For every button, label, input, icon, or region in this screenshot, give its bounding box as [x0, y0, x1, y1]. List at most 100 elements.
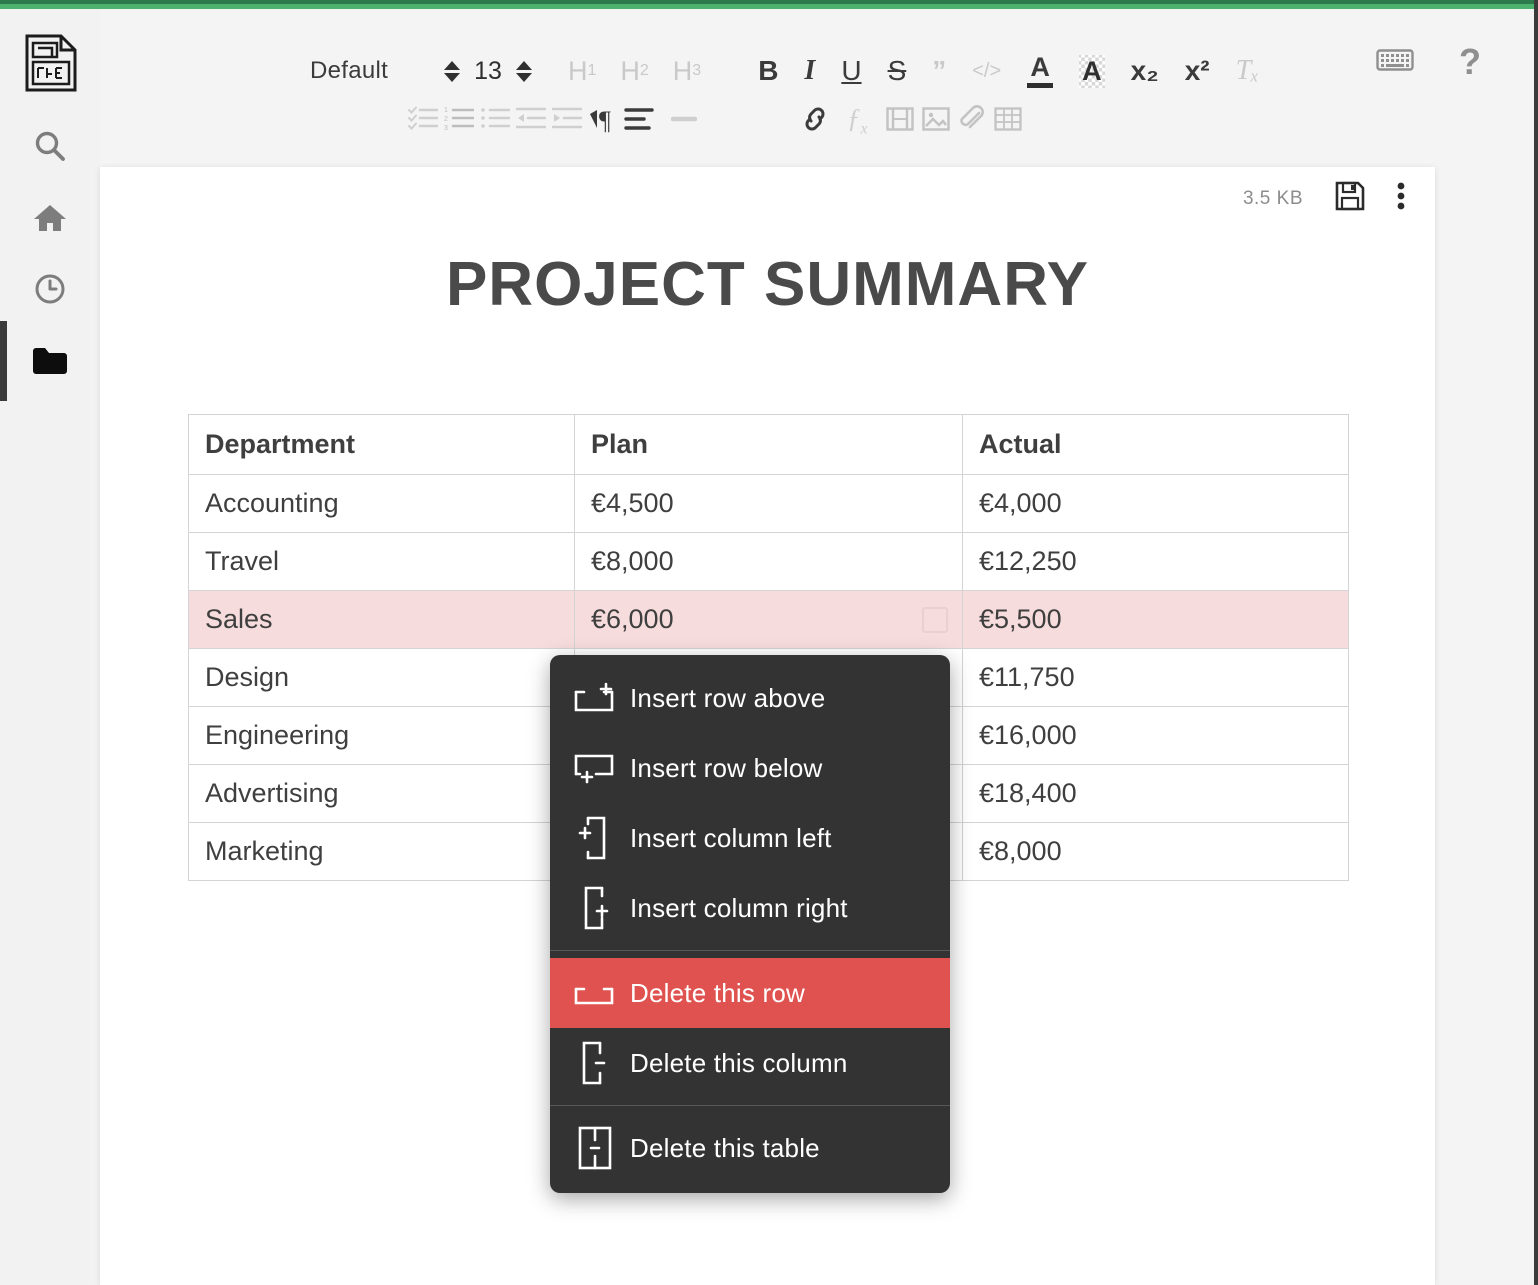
cell-department[interactable]: Advertising [188, 764, 575, 823]
cell-actual[interactable]: €12,250 [962, 532, 1349, 591]
insert-column-right-icon [574, 884, 630, 932]
heading-1-button[interactable]: H1 [556, 48, 608, 94]
sidebar-active-indicator [0, 321, 7, 401]
cell-department[interactable]: Accounting [188, 474, 575, 533]
page-title: PROJECT SUMMARY [445, 250, 1090, 319]
video-button[interactable] [882, 98, 918, 144]
menu-item-insert-column-right[interactable]: Insert column right [550, 873, 950, 943]
horizontal-rule-button[interactable] [657, 98, 711, 144]
image-button[interactable] [918, 98, 954, 144]
menu-item-insert-row-below[interactable]: Insert row below [550, 733, 950, 803]
table-button[interactable] [990, 98, 1026, 144]
toolbar-row-secondary: 1 2 3 ¶ ƒx [100, 97, 1534, 145]
heading-2-button[interactable]: H2 [608, 48, 660, 94]
bullet-list-button[interactable] [477, 98, 513, 144]
table-header-plan[interactable]: Plan [574, 414, 963, 475]
cell-department[interactable]: Travel [188, 532, 575, 591]
table-icon [993, 106, 1022, 137]
menu-item-label: Insert row above [630, 682, 826, 713]
cell-plan[interactable]: €8,000 [574, 532, 963, 591]
cell-actual[interactable]: €16,000 [962, 706, 1349, 765]
right-edge-strip [1534, 0, 1538, 1285]
menu-item-label: Delete this row [630, 977, 805, 1008]
attachment-button[interactable] [954, 98, 990, 144]
table-options-handle-icon[interactable] [922, 606, 948, 633]
stepper-up-icon [444, 60, 461, 70]
folder-icon [32, 346, 68, 376]
toolbar-right-icons: ? [1376, 39, 1488, 85]
bold-button[interactable]: B [745, 48, 791, 94]
document-more-button[interactable] [1397, 182, 1405, 215]
cell-actual[interactable]: €5,500 [962, 590, 1349, 649]
font-size-stepper-secondary[interactable] [515, 60, 532, 82]
svg-text:3: 3 [444, 125, 448, 132]
outdent-button[interactable] [513, 98, 549, 144]
cell-actual[interactable]: €8,000 [962, 822, 1349, 881]
highlight-color-button[interactable]: A [1066, 48, 1118, 94]
text-color-button[interactable]: A [1014, 48, 1066, 94]
menu-item-delete-column[interactable]: Delete this column [550, 1028, 950, 1098]
keyboard-icon [1376, 47, 1414, 78]
editor-toolbar: Default 13 H1 H2 H3 B I U S ” </> A A x₂… [100, 9, 1534, 159]
table-row-selected[interactable]: Sales €6,000 €5,500 [188, 590, 1349, 649]
paragraph-direction-icon: ¶ [588, 105, 618, 138]
table-row[interactable]: Travel €8,000 €12,250 [188, 532, 1349, 591]
cell-plan[interactable]: €4,500 [574, 474, 963, 533]
cell-department[interactable]: Marketing [188, 822, 575, 881]
save-button[interactable] [1335, 181, 1365, 216]
cell-plan[interactable]: €6,000 [574, 590, 963, 649]
sidebar-item-recent[interactable] [27, 266, 73, 312]
align-icon [624, 106, 654, 137]
indent-icon [551, 106, 583, 137]
underline-button[interactable]: U [828, 48, 874, 94]
clear-format-button[interactable]: Tₓ [1223, 48, 1273, 94]
menu-item-insert-column-left[interactable]: Insert column left [550, 803, 950, 873]
font-size-value[interactable]: 13 [460, 57, 516, 86]
paragraph-style-select[interactable]: Default [300, 57, 398, 85]
sidebar-item-home[interactable] [27, 195, 73, 241]
indent-button[interactable] [549, 98, 585, 144]
table-header-actual[interactable]: Actual [962, 414, 1349, 475]
help-button[interactable]: ? [1452, 39, 1488, 85]
home-icon [33, 202, 67, 234]
sidebar [0, 9, 100, 1285]
code-button[interactable]: </> [959, 48, 1014, 94]
cell-department[interactable]: Design [188, 648, 575, 707]
stepper-up-icon [515, 60, 532, 70]
cell-actual[interactable]: €4,000 [962, 474, 1349, 533]
superscript-button[interactable]: x² [1172, 48, 1223, 94]
cell-actual[interactable]: €18,400 [962, 764, 1349, 823]
sidebar-item-search[interactable] [27, 123, 73, 169]
link-button[interactable] [797, 98, 833, 144]
menu-item-delete-row[interactable]: Delete this row [550, 958, 950, 1028]
sidebar-item-files[interactable] [27, 338, 73, 384]
subscript-button[interactable]: x₂ [1118, 48, 1172, 94]
checklist-button[interactable] [405, 98, 441, 144]
highlight-color-letter: A [1079, 54, 1105, 88]
formula-button[interactable]: ƒx [833, 98, 882, 144]
save-floppy-icon [1335, 181, 1365, 211]
keyboard-shortcuts-button[interactable] [1376, 39, 1414, 85]
strikethrough-button[interactable]: S [875, 48, 920, 94]
document-app-logo-icon[interactable] [25, 34, 77, 92]
cell-actual[interactable]: €11,750 [962, 648, 1349, 707]
heading-3-button[interactable]: H3 [661, 48, 713, 94]
cell-department[interactable]: Engineering [188, 706, 575, 765]
menu-item-delete-table[interactable]: Delete this table [550, 1113, 950, 1183]
blockquote-button[interactable]: ” [919, 48, 959, 94]
italic-button[interactable]: I [791, 48, 828, 94]
image-icon [921, 106, 950, 137]
svg-text:¶: ¶ [599, 106, 611, 133]
cell-department[interactable]: Sales [188, 590, 575, 649]
table-row[interactable]: Accounting €4,500 €4,000 [188, 474, 1349, 533]
align-button[interactable] [621, 98, 657, 144]
numbered-list-button[interactable]: 1 2 3 [441, 98, 477, 144]
menu-item-insert-row-above[interactable]: Insert row above [550, 663, 950, 733]
font-size-stepper[interactable] [444, 60, 461, 82]
svg-text:2: 2 [444, 116, 448, 123]
paragraph-direction-button[interactable]: ¶ [585, 98, 621, 144]
table-header-department[interactable]: Department [188, 414, 575, 475]
video-icon [885, 106, 914, 137]
document-header-controls: 3.5 KB [1243, 181, 1405, 216]
numbered-list-icon: 1 2 3 [444, 106, 475, 137]
